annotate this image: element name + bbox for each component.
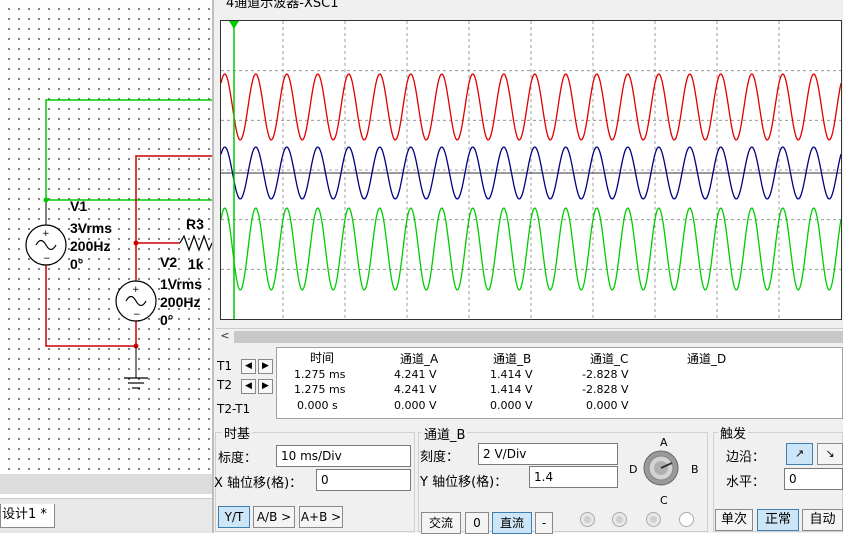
single-mode-button[interactable]: 单次 <box>715 509 753 531</box>
timebase-scale-label: 标度： <box>218 451 258 466</box>
channel-scale-field[interactable]: 2 V/Div <box>478 443 618 465</box>
channel-scale-label: 刻度： <box>420 450 460 465</box>
t2-b: 1.414 V <box>490 383 533 396</box>
x-position-field[interactable]: 0 <box>316 469 411 491</box>
col-header-b: 通道_B <box>493 352 532 366</box>
timebase-title: 时基 <box>222 423 253 442</box>
v2-phase: 0° <box>160 312 174 328</box>
col-header-time: 时间 <box>310 351 335 365</box>
radio-2[interactable] <box>612 512 627 527</box>
ac-coupling-button[interactable]: 交流 <box>421 512 461 534</box>
scroll-thumb[interactable] <box>234 331 843 343</box>
svg-text:−: − <box>133 310 141 320</box>
aplusb-mode-button[interactable]: A+B > <box>299 506 343 528</box>
diff-c: 0.000 V <box>586 399 629 412</box>
svg-text:+: + <box>132 285 140 295</box>
col-header-d: 通道_D <box>687 352 727 366</box>
y-position-field[interactable]: 1.4 <box>529 466 618 488</box>
t1-label: T1 <box>217 359 232 373</box>
trigger-level-label: 水平： <box>726 475 766 490</box>
diff-b: 0.000 V <box>490 399 533 412</box>
channel-title: 通道_B <box>422 424 468 443</box>
diff-a: 0.000 V <box>394 399 437 412</box>
auto-mode-button[interactable]: 自动 <box>802 509 843 531</box>
svg-text:−: − <box>43 254 51 264</box>
normal-mode-button[interactable]: 正常 <box>757 509 799 531</box>
window-title: 4通道示波器-XSC1 <box>226 0 339 11</box>
t2-t1-label: T2-T1 <box>217 402 251 416</box>
t1-time: 1.275 ms <box>294 368 346 381</box>
schematic-scrollbar[interactable] <box>0 474 212 494</box>
radio-4[interactable] <box>679 512 694 527</box>
svg-text:+: + <box>42 229 50 239</box>
r3-name: R3 <box>186 216 204 232</box>
knob-label-b: B <box>691 463 699 476</box>
t2-left-button[interactable]: ◀ <box>241 379 256 394</box>
v1-freq: 200Hz <box>70 238 111 254</box>
t1-left-button[interactable]: ◀ <box>241 359 256 374</box>
rising-edge-button[interactable]: ↗ <box>786 443 813 465</box>
y-position-label: Y 轴位移(格)： <box>420 475 508 490</box>
radio-1[interactable] <box>580 512 595 527</box>
cursor-t1-marker <box>229 21 239 29</box>
t1-b: 1.414 V <box>490 368 533 381</box>
knob-label-c: C <box>660 494 668 507</box>
t1-c: -2.828 V <box>582 368 629 381</box>
t2-a: 4.241 V <box>394 383 437 396</box>
trigger-level-field[interactable]: 0 <box>784 468 843 490</box>
t2-c: -2.828 V <box>582 383 629 396</box>
falling-edge-button[interactable]: ↘ <box>817 443 843 465</box>
trigger-title: 触发 <box>718 423 749 442</box>
v2-voltage: 1Vrms <box>160 276 203 292</box>
cursor-readout-table <box>276 347 843 419</box>
radio-3[interactable] <box>646 512 661 527</box>
v2-freq: 200Hz <box>160 294 201 310</box>
v1-phase: 0° <box>70 256 84 272</box>
r3-value: 1k <box>188 256 204 272</box>
col-header-c: 通道_C <box>590 352 629 366</box>
knob-label-d: D <box>629 463 638 476</box>
x-position-label: X 轴位移(格)： <box>214 476 303 491</box>
channel-selector-knob[interactable] <box>641 448 681 488</box>
col-header-a: 通道_A <box>400 352 439 366</box>
waveform-plot <box>221 21 841 319</box>
t1-right-button[interactable]: ▶ <box>258 359 273 374</box>
t2-time: 1.275 ms <box>294 383 346 396</box>
scroll-left-arrow[interactable]: < <box>218 329 232 343</box>
diff-time: 0.000 s <box>297 399 338 412</box>
timebase-scale-field[interactable]: 10 ms/Div <box>276 445 411 467</box>
t2-right-button[interactable]: ▶ <box>258 379 273 394</box>
design-tab[interactable]: 设计1 * <box>0 504 55 528</box>
zero-coupling-button[interactable]: 0 <box>465 512 489 534</box>
yt-mode-button[interactable]: Y/T <box>218 506 250 528</box>
dc-coupling-button[interactable]: 直流 <box>492 512 532 534</box>
v1-voltage: 3Vrms <box>70 220 113 236</box>
scope-display[interactable] <box>220 20 842 320</box>
v2-name: V2 <box>160 254 178 270</box>
trigger-edge-label: 边沿： <box>726 450 766 465</box>
invert-button[interactable]: - <box>535 512 553 534</box>
t2-label: T2 <box>217 378 232 392</box>
t1-a: 4.241 V <box>394 368 437 381</box>
v1-name: V1 <box>70 198 88 214</box>
ab-mode-button[interactable]: A/B > <box>253 506 295 528</box>
